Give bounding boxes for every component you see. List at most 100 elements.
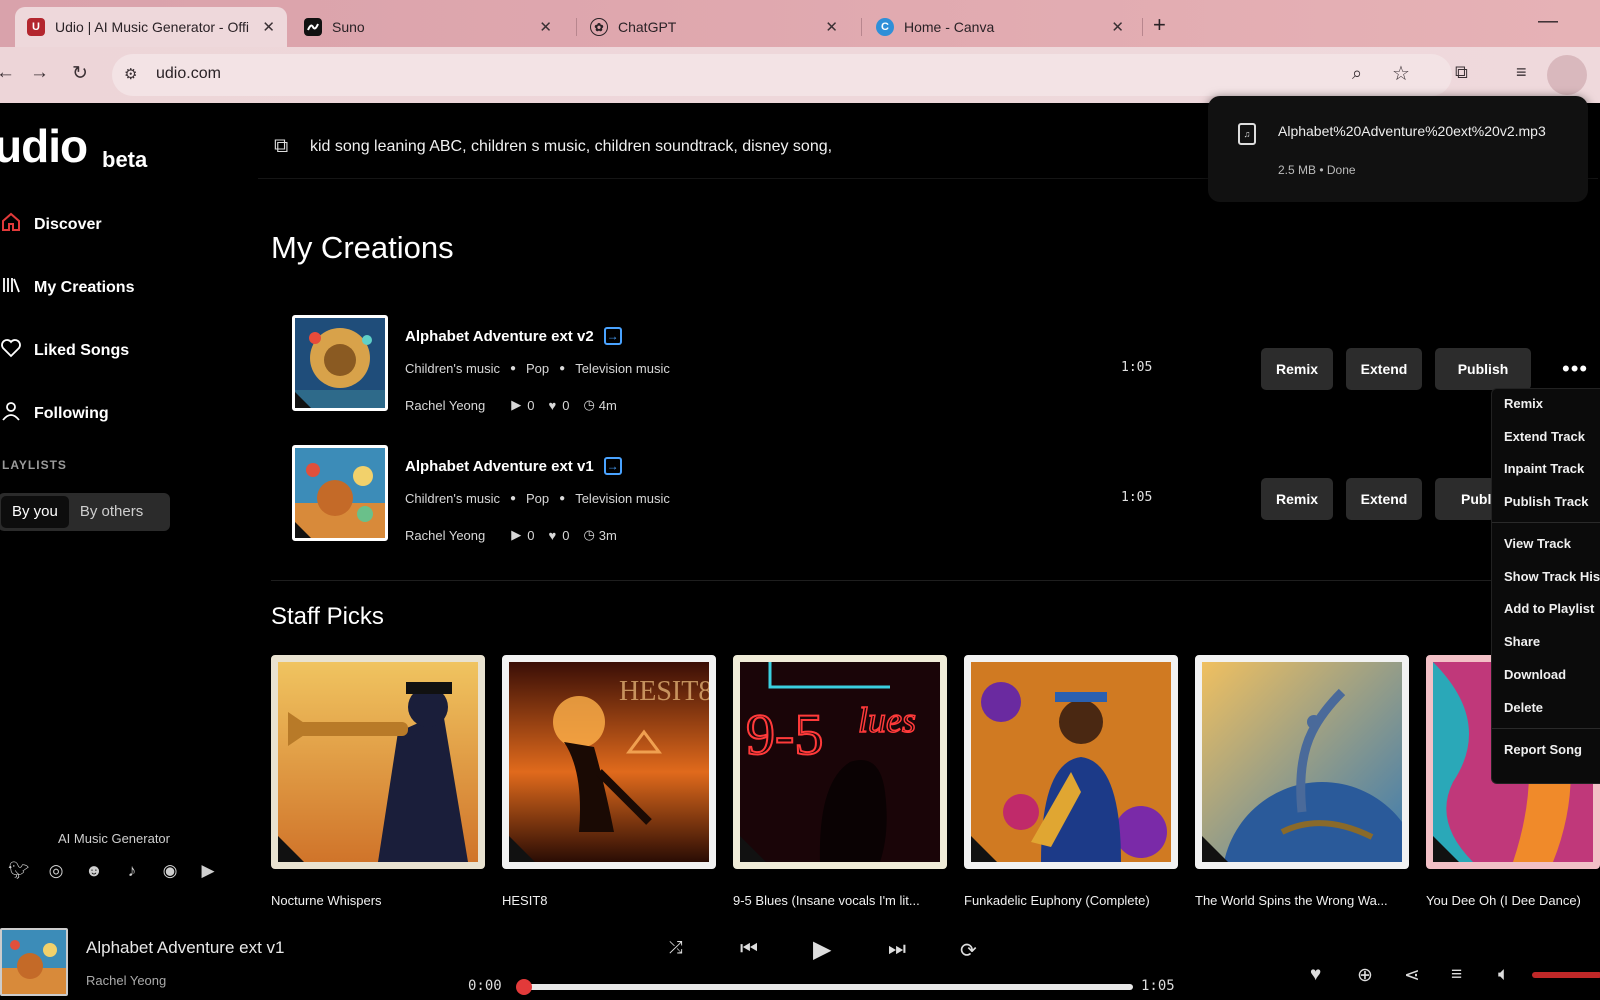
repeat-icon[interactable]: ⟳ [960,938,977,963]
zoom-icon[interactable]: ⌕ [1352,63,1362,84]
shuffle-icon[interactable]: ⤮ [669,938,683,958]
tiktok-icon[interactable]: ♪ [122,861,142,881]
previous-icon[interactable]: ⏮ [740,938,758,961]
instagram-icon[interactable]: ◎ [46,861,66,881]
open-track-icon[interactable]: → [603,457,622,475]
close-tab-icon[interactable]: ✕ [539,18,552,36]
filter-by-others[interactable]: By others [69,496,154,528]
media-controls-icon[interactable]: ≡ [1516,62,1527,83]
tag[interactable]: Children's music [405,491,500,506]
publish-button[interactable]: Publish [1435,348,1531,390]
filter-by-you[interactable]: By you [1,496,69,528]
extensions-icon[interactable]: ⧉ [1455,62,1468,83]
sidebar-item-my-creations[interactable]: My Creations [0,274,134,302]
menu-item-share[interactable]: Share [1504,634,1540,649]
menu-item-download[interactable]: Download [1504,667,1566,682]
track-row[interactable]: Alphabet Adventure ext v2 → Children's m… [292,315,1587,413]
add-icon[interactable]: ⊕ [1357,964,1373,987]
browser-tab-udio[interactable]: U Udio | AI Music Generator - Offi ✕ [15,7,287,47]
tag[interactable]: Pop [526,361,549,376]
now-playing-cover[interactable] [0,928,68,996]
now-playing-title[interactable]: Alphabet Adventure ext v1 [86,938,284,958]
staff-pick-art[interactable] [271,655,485,869]
track-cover-art[interactable] [292,445,388,541]
staff-pick-title[interactable]: Funkadelic Euphony (Complete) [964,893,1178,908]
now-playing-artist[interactable]: Rachel Yeong [86,973,166,988]
tag[interactable]: Children's music [405,361,500,376]
like-icon[interactable]: ♥ [1310,964,1321,986]
close-tab-icon[interactable]: ✕ [1111,18,1124,36]
sidebar-item-liked-songs[interactable]: Liked Songs [0,337,129,365]
staff-pick-card[interactable]: Nocturne Whispers [271,655,485,908]
more-options-icon[interactable]: ••• [1562,356,1588,382]
forward-icon[interactable]: → [30,62,49,84]
track-artist[interactable]: Rachel Yeong [405,528,485,543]
menu-item-report-song[interactable]: Report Song [1504,742,1582,757]
minimize-icon[interactable]: — [1538,10,1558,33]
track-title[interactable]: Alphabet Adventure ext v2 → [405,327,622,345]
address-bar[interactable]: ⚙ udio.com ⌕ ☆ [112,54,1452,96]
queue-icon[interactable]: ≡ [1451,964,1462,986]
staff-pick-art[interactable]: HESIT8 [502,655,716,869]
browser-tab-suno[interactable]: Suno ✕ [292,7,564,47]
bookmark-star-icon[interactable]: ☆ [1392,61,1410,86]
reload-icon[interactable]: ↻ [72,62,88,85]
menu-item-show-track-history[interactable]: Show Track His [1504,569,1600,584]
extend-button[interactable]: Extend [1346,348,1422,390]
extend-button[interactable]: Extend [1346,478,1422,520]
back-icon[interactable]: ← [0,62,15,84]
track-row[interactable]: Alphabet Adventure ext v1 → Children's m… [292,445,1582,543]
download-filename[interactable]: Alphabet%20Adventure%20ext%20v2.mp3 [1278,120,1578,142]
menu-item-publish-track[interactable]: Publish Track [1504,494,1589,509]
staff-pick-art[interactable]: 9-5 lues [733,655,947,869]
download-bubble[interactable]: ♫ Alphabet%20Adventure%20ext%20v2.mp3 2.… [1208,96,1588,202]
browser-tab-chatgpt[interactable]: ✿ ChatGPT ✕ [578,7,850,47]
progress-bar[interactable] [523,984,1133,990]
staff-pick-card[interactable]: 9-5 lues 9-5 Blues (Insane vocals I'm li… [733,655,947,908]
twitter-icon[interactable]: 🐦︎ [8,861,30,881]
staff-pick-title[interactable]: You Dee Oh (I Dee Dance) [1426,893,1600,908]
publish-button[interactable]: Publ [1435,478,1495,520]
staff-pick-card[interactable]: HESIT8 HESIT8 [502,655,716,908]
staff-pick-title[interactable]: The World Spins the Wrong Wa... [1195,893,1409,908]
discord-icon[interactable]: ☻ [84,861,104,881]
play-icon[interactable]: ▶ [813,935,831,964]
browser-tab-canva[interactable]: C Home - Canva ✕ [864,7,1136,47]
tag[interactable]: Television music [575,361,670,376]
udio-logo[interactable]: udio [0,119,88,173]
share-icon[interactable]: ⋖ [1404,964,1420,987]
menu-item-view-track[interactable]: View Track [1504,536,1571,551]
track-artist[interactable]: Rachel Yeong [405,398,485,413]
tag[interactable]: Pop [526,491,549,506]
close-tab-icon[interactable]: ✕ [825,18,838,36]
staff-pick-card[interactable]: The World Spins the Wrong Wa... [1195,655,1409,908]
open-track-icon[interactable]: → [603,327,622,345]
menu-item-extend-track[interactable]: Extend Track [1504,429,1585,444]
progress-handle[interactable] [516,979,532,995]
remix-button[interactable]: Remix [1261,478,1333,520]
staff-pick-art[interactable] [964,655,1178,869]
staff-pick-title[interactable]: 9-5 Blues (Insane vocals I'm lit... [733,893,947,908]
track-title[interactable]: Alphabet Adventure ext v1 → [405,457,622,475]
staff-pick-title[interactable]: Nocturne Whispers [271,893,485,908]
staff-pick-title[interactable]: HESIT8 [502,893,716,908]
tag[interactable]: Television music [575,491,670,506]
close-tab-icon[interactable]: ✕ [262,18,275,36]
sidebar-item-following[interactable]: Following [0,400,109,428]
staff-pick-art[interactable] [1195,655,1409,869]
new-tab-button[interactable]: + [1153,12,1166,38]
menu-item-inpaint-track[interactable]: Inpaint Track [1504,461,1584,476]
remix-button[interactable]: Remix [1261,348,1333,390]
site-settings-icon[interactable]: ⚙ [124,65,137,83]
volume-icon[interactable]: 🔈︎ [1498,964,1509,986]
reddit-icon[interactable]: ◉ [160,861,180,881]
sidebar-item-discover[interactable]: Discover [0,211,102,239]
prompt-edit-icon[interactable]: ⧉ [274,135,288,158]
prompt-text[interactable]: kid song leaning ABC, children s music, … [310,138,832,156]
next-icon[interactable]: ⏭ [888,938,906,961]
menu-item-remix[interactable]: Remix [1504,396,1543,411]
menu-item-add-to-playlist[interactable]: Add to Playlist [1504,601,1594,616]
profile-avatar[interactable] [1547,55,1587,95]
menu-item-delete[interactable]: Delete [1504,700,1543,715]
staff-pick-card[interactable]: Funkadelic Euphony (Complete) [964,655,1178,908]
